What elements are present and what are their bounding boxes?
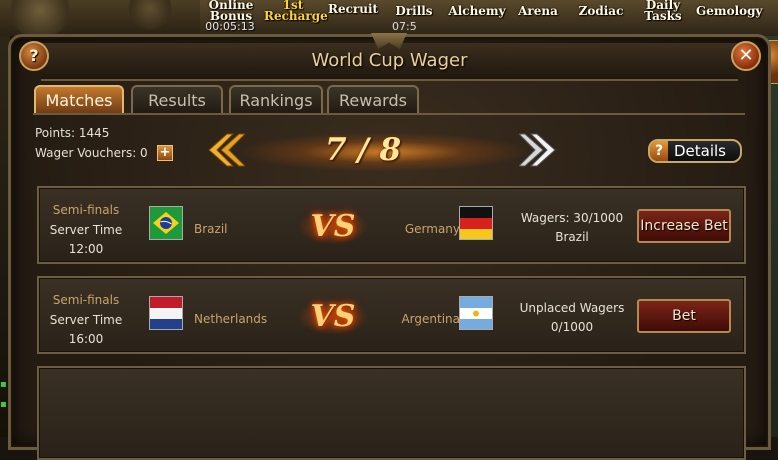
daily-tasks-label-2: Tasks — [644, 9, 682, 23]
zodiac-label: Zodiac — [578, 4, 624, 18]
first-recharge-label-2: Recharge — [264, 9, 328, 23]
team-b-name: Argentina — [401, 312, 460, 326]
gemology-button[interactable]: Gemology — [696, 5, 763, 30]
page-indicator: 7 / 8 — [324, 132, 402, 168]
arrow-right-icon[interactable] — [519, 130, 559, 170]
top-hud: Online Bonus 00:05:13 1st Recharge Recru… — [0, 0, 778, 36]
world-cup-wager-dialog: World Cup Wager ? ✕ Matches Results Rank… — [8, 33, 771, 460]
match-time: 12:00 — [68, 242, 104, 256]
match-time-label: Server Time — [49, 223, 123, 237]
alchemy-button[interactable]: Alchemy — [448, 4, 506, 30]
team-a-name: Netherlands — [194, 312, 268, 326]
brazil-flag-icon — [149, 206, 183, 240]
vouchers-text: Wager Vouchers: 0 — [35, 146, 148, 160]
match-row: Semi-finals Server Time 16:00 Netherland… — [37, 276, 746, 354]
left-side-indicator: ▪ ▪ — [0, 379, 7, 410]
team-a-name: Brazil — [194, 222, 228, 236]
tab-matches[interactable]: Matches — [34, 85, 124, 114]
tab-rewards[interactable]: Rewards — [327, 85, 419, 114]
points-text: Points: 1445 — [35, 126, 110, 140]
match-time-label: Server Time — [49, 313, 123, 327]
argentina-flag-icon — [459, 296, 493, 330]
vs-emblem: VS — [295, 208, 371, 246]
alchemy-label: Alchemy — [448, 4, 506, 18]
online-bonus-timer: 00:05:13 — [205, 20, 255, 33]
increase-bet-button[interactable]: Increase Bet — [637, 209, 731, 243]
add-vouchers-plus-icon[interactable]: + — [157, 145, 173, 161]
match-round: Semi-finals — [52, 293, 120, 307]
details-help-icon: ? — [650, 141, 668, 161]
bet-button[interactable]: Bet — [637, 299, 731, 333]
wager-team: Brazil — [555, 230, 589, 244]
tab-divider — [33, 113, 745, 115]
arrow-left-icon[interactable] — [205, 130, 245, 170]
zodiac-button[interactable]: Zodiac — [575, 4, 627, 30]
help-icon[interactable]: ? — [19, 41, 49, 71]
dialog-title: World Cup Wager — [311, 50, 468, 71]
tab-results[interactable]: Results — [131, 85, 223, 114]
hud-scenery — [0, 0, 200, 36]
match-time: 16:00 — [68, 332, 104, 346]
arena-label: Arena — [518, 4, 558, 18]
details-label: Details — [674, 142, 727, 160]
germany-flag-icon — [459, 206, 493, 240]
drills-label: Drills — [395, 4, 433, 18]
recruit-label: Recruit — [328, 2, 379, 16]
wager-status: Wagers: 30/1000 — [520, 211, 624, 225]
gemology-label: Gemology — [696, 4, 763, 18]
daily-tasks-button[interactable]: Daily Tasks — [638, 0, 688, 24]
match-row: Semi-finals Server Time 12:00 Brazil VS … — [37, 186, 746, 264]
match-round: Semi-finals — [52, 203, 120, 217]
wager-count: 0/1000 — [550, 320, 594, 334]
vs-emblem: VS — [295, 298, 371, 336]
netherlands-flag-icon — [149, 296, 183, 330]
tab-rankings[interactable]: Rankings — [229, 85, 323, 114]
arena-button[interactable]: Arena — [515, 4, 561, 30]
wager-status: Unplaced Wagers — [519, 301, 625, 315]
first-recharge-button[interactable]: 1st Recharge — [264, 0, 328, 24]
team-b-name: Germany — [404, 222, 460, 236]
match-row-empty — [37, 366, 746, 460]
recruit-button[interactable]: Recruit — [328, 2, 379, 28]
hud-timer-2: 07:5 — [392, 20, 417, 33]
details-button[interactable]: ? Details — [648, 139, 742, 163]
close-icon[interactable]: ✕ — [731, 41, 761, 71]
